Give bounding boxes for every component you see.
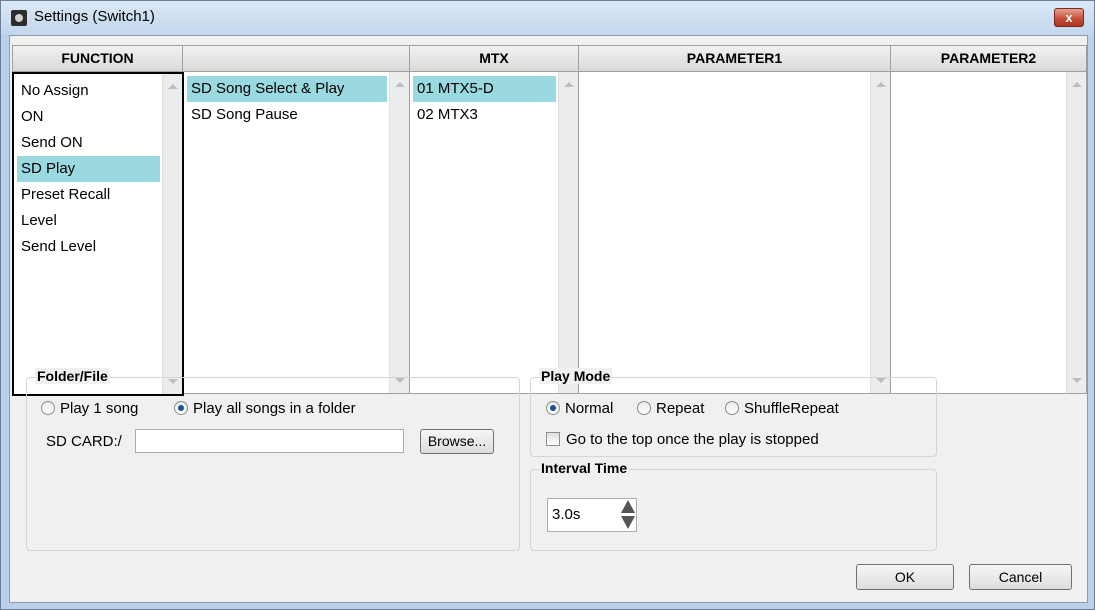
play-one-song-radio[interactable] [41, 401, 55, 415]
title-bar[interactable]: Settings (Switch1) x [1, 1, 1094, 35]
play-mode-label: Play Mode [539, 368, 613, 384]
play-all-songs-radio[interactable] [174, 401, 188, 415]
function-list-scrollbar[interactable] [162, 74, 182, 394]
action-list-item[interactable]: SD Song Pause [187, 102, 387, 128]
mtx-column-header: MTX [410, 45, 579, 72]
function-list-item[interactable]: Send ON [17, 130, 160, 156]
parameter2-list[interactable] [891, 72, 1087, 394]
normal-label: Normal [565, 400, 614, 417]
normal-option[interactable]: Normal [546, 400, 613, 417]
folder-path-input[interactable] [135, 429, 404, 453]
settings-window: Settings (Switch1) x FUNCTION MTX PARAME… [0, 0, 1095, 610]
parameter2-list-scrollbar[interactable] [1066, 72, 1086, 393]
action-list-item[interactable]: SD Song Select & Play [187, 76, 387, 102]
function-list[interactable]: No Assign ON Send ON SD Play Preset Recall Le… [12, 72, 184, 396]
browse-button[interactable]: Browse... [420, 429, 494, 454]
scroll-up-icon[interactable] [168, 84, 178, 89]
mtx-list-item[interactable]: 01 MTX5-D [413, 76, 556, 102]
go-to-top-checkbox[interactable] [546, 432, 560, 446]
scroll-up-icon[interactable] [1072, 82, 1082, 87]
play-one-song-option[interactable]: Play 1 song [41, 400, 138, 417]
function-column-header: FUNCTION [12, 45, 183, 72]
sd-card-path-label: SD CARD:/ [46, 433, 122, 450]
window-title: Settings (Switch1) [34, 8, 155, 25]
parameter2-column-header: PARAMETER2 [891, 45, 1087, 72]
play-one-song-label: Play 1 song [60, 400, 139, 417]
shuffle-repeat-option[interactable]: ShuffleRepeat [725, 400, 839, 417]
go-to-top-option[interactable]: Go to the top once the play is stopped [546, 431, 819, 448]
repeat-label: Repeat [656, 400, 705, 417]
scroll-up-icon[interactable] [876, 82, 886, 87]
play-all-songs-option[interactable]: Play all songs in a folder [174, 400, 356, 417]
function-list-item[interactable]: Send Level [17, 234, 160, 260]
go-to-top-label: Go to the top once the play is stopped [566, 431, 819, 448]
scroll-down-icon[interactable] [1072, 378, 1082, 383]
scroll-up-icon[interactable] [564, 82, 574, 87]
close-button[interactable]: x [1054, 8, 1084, 27]
repeat-radio[interactable] [637, 401, 651, 415]
action-list-scrollbar[interactable] [389, 72, 409, 393]
mtx-list-scrollbar[interactable] [558, 72, 578, 393]
play-all-songs-label: Play all songs in a folder [193, 400, 356, 417]
repeat-option[interactable]: Repeat [637, 400, 704, 417]
mtx-list-item[interactable]: 02 MTX3 [413, 102, 556, 128]
function-list-item[interactable]: SD Play [17, 156, 160, 182]
mtx-list[interactable]: 01 MTX5-D 02 MTX3 [410, 72, 579, 394]
parameter1-list[interactable] [579, 72, 891, 394]
ok-button[interactable]: OK [856, 564, 954, 590]
action-column-header [183, 45, 410, 72]
decrement-arrow-icon[interactable] [621, 516, 635, 529]
cancel-button[interactable]: Cancel [969, 564, 1072, 590]
normal-radio[interactable] [546, 401, 560, 415]
scroll-up-icon[interactable] [395, 82, 405, 87]
function-list-item[interactable]: No Assign [17, 78, 160, 104]
app-icon [11, 10, 27, 26]
play-mode-group: Play Mode Normal Repeat ShuffleRepeat Go… [530, 368, 937, 457]
action-list[interactable]: SD Song Select & Play SD Song Pause [184, 72, 410, 394]
folder-file-label: Folder/File [35, 368, 110, 384]
parameter1-column-header: PARAMETER1 [579, 45, 891, 72]
increment-arrow-icon[interactable] [621, 500, 635, 513]
shuffle-repeat-radio[interactable] [725, 401, 739, 415]
folder-file-group: Folder/File Play 1 song Play all songs i… [26, 368, 520, 551]
parameter1-list-scrollbar[interactable] [870, 72, 890, 393]
shuffle-repeat-label: ShuffleRepeat [744, 400, 839, 417]
function-list-item[interactable]: Level [17, 208, 160, 234]
dialog-client-area: FUNCTION MTX PARAMETER1 PARAMETER2 No As… [9, 35, 1088, 603]
interval-time-label: Interval Time [539, 460, 630, 476]
function-list-item[interactable]: ON [17, 104, 160, 130]
interval-time-group: Interval Time 3.0s [530, 460, 937, 551]
function-list-item[interactable]: Preset Recall [17, 182, 160, 208]
